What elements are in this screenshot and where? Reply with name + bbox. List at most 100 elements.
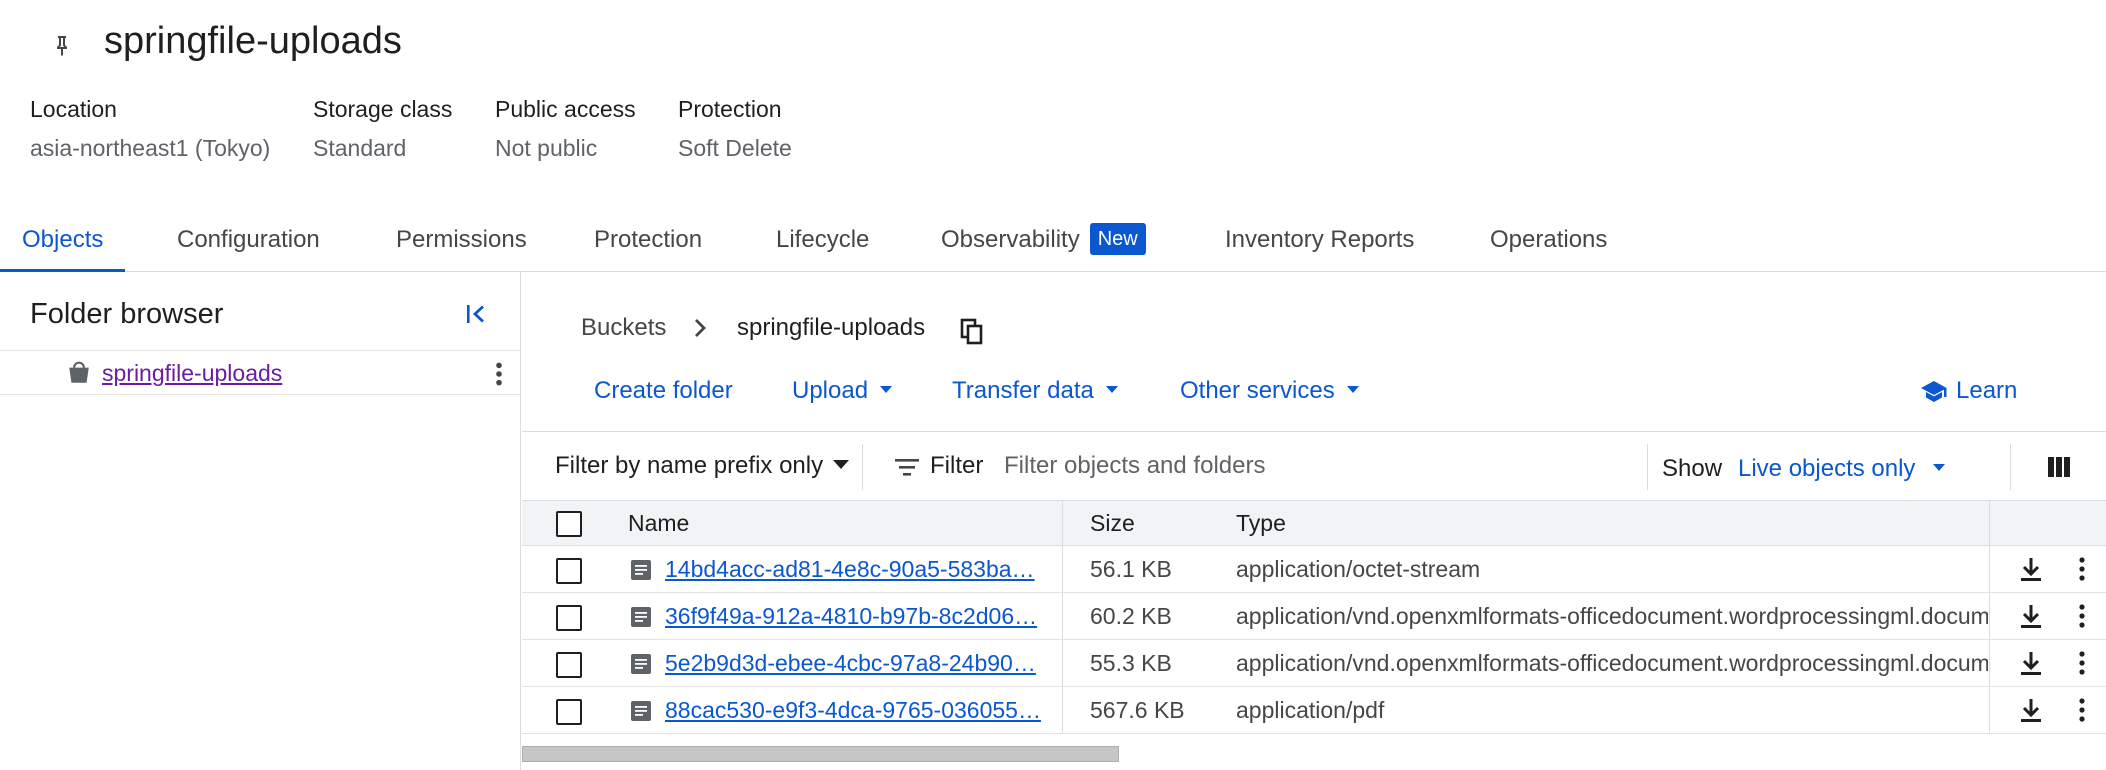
caret-down-icon (880, 386, 893, 393)
caret-down-icon (833, 460, 850, 469)
object-name-link[interactable]: 88cac530-e9f3-4dca-9765-036055… (665, 687, 1053, 733)
tab-bar: Objects Configuration Permissions Protec… (0, 210, 2106, 272)
folder-tree-item-label[interactable]: springfile-uploads (102, 358, 282, 388)
tab-operations[interactable]: Operations (1490, 210, 1607, 272)
row-checkbox[interactable] (556, 699, 582, 725)
column-divider (1062, 687, 1063, 733)
object-type: application/octet-stream (1236, 556, 1481, 582)
meta-public-access: Public access Not public (495, 94, 636, 163)
filter-input[interactable] (1004, 445, 1644, 487)
filter-mode-label: Filter by name prefix only (555, 452, 824, 479)
transfer-data-label: Transfer data (952, 377, 1094, 404)
view-columns-icon[interactable] (2046, 454, 2072, 480)
object-name-link[interactable]: 5e2b9d3d-ebee-4cbc-97a8-24b90… (665, 640, 1053, 686)
breadcrumb-buckets-link[interactable]: Buckets (581, 312, 666, 344)
object-size: 60.2 KB (1090, 603, 1172, 629)
row-checkbox[interactable] (556, 558, 582, 584)
table-row: 14bd4acc-ad81-4e8c-90a5-583ba… 56.1 KB a… (522, 546, 2106, 593)
download-icon[interactable] (2018, 556, 2044, 584)
tab-protection[interactable]: Protection (594, 210, 702, 272)
document-icon (631, 607, 651, 627)
horizontal-scrollbar[interactable] (522, 744, 2106, 762)
pin-icon[interactable] (50, 34, 74, 58)
filter-icon[interactable] (894, 456, 920, 478)
upload-button[interactable]: Upload (792, 374, 893, 408)
folder-browser-title: Folder browser (30, 298, 224, 330)
tab-configuration[interactable]: Configuration (177, 210, 320, 272)
meta-value: Not public (495, 135, 598, 161)
caret-down-icon (1346, 386, 1359, 393)
more-vert-icon[interactable] (2072, 555, 2092, 583)
table-row: 36f9f49a-912a-4810-b97b-8c2d06… 60.2 KB … (522, 593, 2106, 640)
object-name-link[interactable]: 36f9f49a-912a-4810-b97b-8c2d06… (665, 593, 1053, 639)
object-size: 567.6 KB (1090, 697, 1185, 723)
meta-value: Standard (313, 135, 407, 161)
filter-mode-dropdown[interactable]: Filter by name prefix only (555, 449, 850, 483)
copy-icon[interactable] (959, 318, 985, 346)
folder-browser-panel: Folder browser springfile-uploads (0, 272, 521, 770)
column-divider (1989, 501, 1990, 545)
row-checkbox[interactable] (556, 605, 582, 631)
show-objects-value: Live objects only (1738, 455, 1916, 482)
scrollbar-thumb[interactable] (522, 746, 1119, 762)
meta-label: Public access (495, 96, 636, 122)
column-header-name[interactable]: Name (628, 501, 689, 545)
school-icon[interactable] (1920, 377, 1948, 405)
object-size: 56.1 KB (1090, 556, 1172, 582)
table-row: 5e2b9d3d-ebee-4cbc-97a8-24b90… 55.3 KB a… (522, 640, 2106, 687)
object-name-link[interactable]: 14bd4acc-ad81-4e8c-90a5-583ba… (665, 546, 1053, 592)
more-vert-icon[interactable] (2072, 602, 2092, 630)
tab-permissions[interactable]: Permissions (396, 210, 527, 272)
upload-label: Upload (792, 377, 869, 404)
row-checkbox[interactable] (556, 652, 582, 678)
chevron-right-icon (695, 319, 706, 337)
tab-inventory-reports[interactable]: Inventory Reports (1225, 210, 1414, 272)
meta-label: Location (30, 96, 117, 122)
meta-value: Soft Delete (678, 135, 792, 161)
download-icon[interactable] (2018, 697, 2044, 725)
transfer-data-button[interactable]: Transfer data (952, 374, 1118, 408)
meta-value: asia-northeast1 (Tokyo) (30, 135, 271, 161)
other-services-button[interactable]: Other services (1180, 374, 1359, 408)
learn-button[interactable]: Learn (1956, 374, 2017, 408)
more-vert-icon[interactable] (2072, 696, 2092, 724)
download-icon[interactable] (2018, 603, 2044, 631)
show-objects-dropdown[interactable]: Live objects only (1738, 452, 1946, 486)
more-vert-icon[interactable] (486, 360, 512, 388)
more-vert-icon[interactable] (2072, 649, 2092, 677)
document-icon (631, 701, 651, 721)
column-header-size[interactable]: Size (1090, 501, 1135, 545)
meta-protection: Protection Soft Delete (678, 94, 792, 163)
object-size: 55.3 KB (1090, 650, 1172, 676)
folder-tree-item[interactable]: springfile-uploads (0, 350, 520, 395)
bucket-icon (69, 361, 89, 383)
divider (1647, 444, 1648, 490)
divider (2010, 444, 2011, 490)
meta-label: Storage class (313, 96, 453, 122)
tab-objects[interactable]: Objects (0, 210, 126, 272)
column-divider (1989, 546, 1990, 592)
divider (862, 444, 863, 490)
table-header-row: Name Size Type (522, 501, 2106, 546)
column-divider (1989, 640, 1990, 686)
column-header-type[interactable]: Type (1236, 501, 1286, 545)
column-divider (1062, 593, 1063, 639)
create-folder-button[interactable]: Create folder (594, 374, 733, 408)
breadcrumb-current: springfile-uploads (737, 314, 926, 341)
download-icon[interactable] (2018, 650, 2044, 678)
column-divider (1989, 687, 1990, 733)
filter-label: Filter (930, 452, 984, 479)
other-services-label: Other services (1180, 377, 1335, 404)
select-all-checkbox[interactable] (556, 511, 582, 537)
caret-down-icon (1105, 386, 1118, 393)
document-icon (631, 654, 651, 674)
caret-down-icon (1933, 464, 1946, 471)
tab-observability-label: Observability (941, 226, 1080, 253)
collapse-left-icon[interactable] (462, 300, 490, 328)
tab-observability[interactable]: Observability New (941, 210, 1146, 272)
filter-bar: Filter by name prefix only Filter Show L… (522, 431, 2106, 501)
meta-storage-class: Storage class Standard (313, 94, 452, 163)
column-divider (1062, 546, 1063, 592)
page-title: springfile-uploads (104, 20, 402, 62)
tab-lifecycle[interactable]: Lifecycle (776, 210, 869, 272)
